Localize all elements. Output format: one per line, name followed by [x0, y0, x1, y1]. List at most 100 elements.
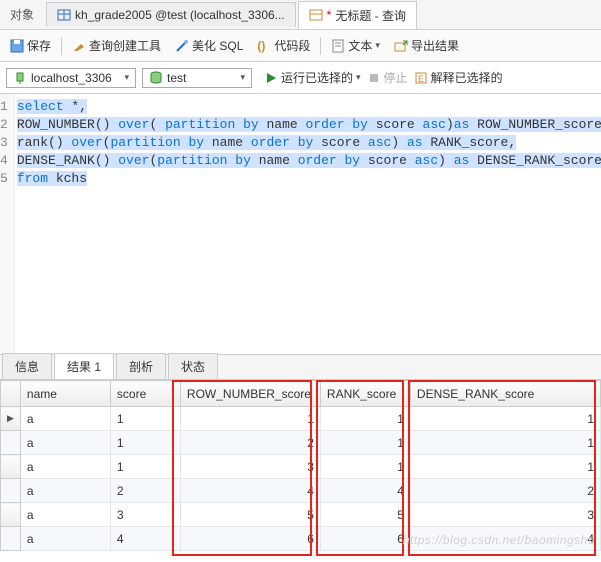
line-num: 2 [0, 116, 8, 134]
code-area[interactable]: select *, ROW_NUMBER() over( partition b… [15, 94, 601, 354]
kw: as [407, 135, 423, 150]
cell-score[interactable]: 2 [110, 479, 180, 503]
row-marker [1, 479, 21, 503]
cell-name[interactable]: a [20, 503, 110, 527]
col-dense[interactable]: DENSE_RANK_score [410, 381, 600, 407]
kw: as [454, 153, 470, 168]
query-builder-label: 查询创建工具 [89, 37, 161, 54]
cell-score[interactable]: 3 [110, 503, 180, 527]
beautify-button[interactable]: 美化 SQL [171, 35, 247, 56]
cell-rownum[interactable]: 3 [180, 455, 320, 479]
cell-dense[interactable]: 3 [410, 503, 600, 527]
row-marker: ▶ [1, 407, 21, 431]
toolbar: 保存 查询创建工具 美化 SQL () 代码段 文本 ▾ 导出结果 [0, 30, 601, 62]
cell-dense[interactable]: 1 [410, 431, 600, 455]
chevron-down-icon: ▾ [124, 72, 129, 83]
tab-query-dirty: * [327, 8, 332, 22]
col-rank[interactable]: RANK_score [320, 381, 410, 407]
txt: ROW_NUMBER_score , [469, 117, 601, 132]
table-row[interactable]: a1211 [1, 431, 601, 455]
cell-score[interactable]: 1 [110, 431, 180, 455]
text-label: 文本 [348, 37, 372, 54]
cell-name[interactable]: a [20, 431, 110, 455]
export-button[interactable]: 导出结果 [390, 35, 463, 56]
cell-rank[interactable]: 6 [320, 527, 410, 551]
run-button[interactable]: 运行已选择的 ▾ [264, 69, 361, 86]
tab-info[interactable]: 信息 [2, 353, 52, 379]
tab-status[interactable]: 状态 [168, 353, 218, 379]
cell-rownum[interactable]: 5 [180, 503, 320, 527]
row-marker [1, 527, 21, 551]
txt: *, [64, 99, 87, 114]
cell-dense[interactable]: 2 [410, 479, 600, 503]
tab-result1[interactable]: 结果 1 [54, 353, 114, 379]
save-button[interactable]: 保存 [6, 35, 55, 56]
txt: kchs [48, 171, 87, 186]
cell-rank[interactable]: 4 [320, 479, 410, 503]
tab-query[interactable]: * 无标题 - 查询 [298, 1, 417, 29]
col-rownum[interactable]: ROW_NUMBER_score [180, 381, 320, 407]
chevron-down-icon: ▾ [356, 72, 361, 83]
kw: from [17, 171, 48, 186]
kw: over [118, 117, 149, 132]
table-row[interactable]: a3553 [1, 503, 601, 527]
col-score[interactable]: score [110, 381, 180, 407]
kw: order by [298, 153, 360, 168]
cell-rownum[interactable]: 2 [180, 431, 320, 455]
cell-rownum[interactable]: 4 [180, 479, 320, 503]
cell-score[interactable]: 1 [110, 455, 180, 479]
host-combo[interactable]: localhost_3306 ▾ [6, 68, 136, 88]
cell-score[interactable]: 4 [110, 527, 180, 551]
export-icon [394, 39, 408, 53]
kw: partition by [157, 153, 251, 168]
explain-button[interactable]: E 解释已选择的 [414, 69, 503, 86]
kw: as [454, 117, 470, 132]
cell-rownum[interactable]: 1 [180, 407, 320, 431]
save-icon [10, 39, 24, 53]
explain-icon: E [414, 71, 428, 85]
plug-icon [13, 71, 27, 85]
kw: asc [368, 135, 391, 150]
kw: partition by [165, 117, 259, 132]
tool-icon [72, 39, 86, 53]
cell-dense[interactable]: 1 [410, 407, 600, 431]
cell-rank[interactable]: 1 [320, 455, 410, 479]
cell-name[interactable]: a [20, 407, 110, 431]
row-marker [1, 455, 21, 479]
tab-profile[interactable]: 剖析 [116, 353, 166, 379]
wand-icon [175, 39, 189, 53]
text-button[interactable]: 文本 ▾ [327, 35, 384, 56]
kw: select [17, 99, 64, 114]
tab-table[interactable]: kh_grade2005 @test (localhost_3306... [46, 2, 296, 27]
snippet-button[interactable]: () 代码段 [253, 35, 314, 56]
table-row[interactable]: ▶a1111 [1, 407, 601, 431]
line-num: 1 [0, 98, 8, 116]
db-combo[interactable]: test ▾ [142, 68, 252, 88]
line-num: 4 [0, 152, 8, 170]
cell-score[interactable]: 1 [110, 407, 180, 431]
tab-query-label: 无标题 - 查询 [335, 7, 406, 24]
cell-rank[interactable]: 1 [320, 407, 410, 431]
txt: name [259, 117, 306, 132]
cell-name[interactable]: a [20, 527, 110, 551]
cell-name[interactable]: a [20, 455, 110, 479]
query-builder-button[interactable]: 查询创建工具 [68, 35, 165, 56]
kw: order by [251, 135, 313, 150]
table-row[interactable]: a1311 [1, 455, 601, 479]
run-label: 运行已选择的 [281, 69, 353, 86]
sql-editor[interactable]: 1 2 3 4 5 select *, ROW_NUMBER() over( p… [0, 94, 601, 354]
col-name[interactable]: name [20, 381, 110, 407]
stop-button[interactable]: 停止 [367, 69, 408, 86]
table-row[interactable]: a2442 [1, 479, 601, 503]
txt: name [251, 153, 298, 168]
cell-rownum[interactable]: 6 [180, 527, 320, 551]
txt: score [313, 135, 368, 150]
result-table[interactable]: name score ROW_NUMBER_score RANK_score D… [0, 380, 601, 551]
cell-dense[interactable]: 1 [410, 455, 600, 479]
txt: name [204, 135, 251, 150]
cell-rank[interactable]: 1 [320, 431, 410, 455]
beautify-label: 美化 SQL [192, 37, 243, 54]
chevron-down-icon: ▾ [375, 40, 380, 51]
cell-name[interactable]: a [20, 479, 110, 503]
cell-rank[interactable]: 5 [320, 503, 410, 527]
